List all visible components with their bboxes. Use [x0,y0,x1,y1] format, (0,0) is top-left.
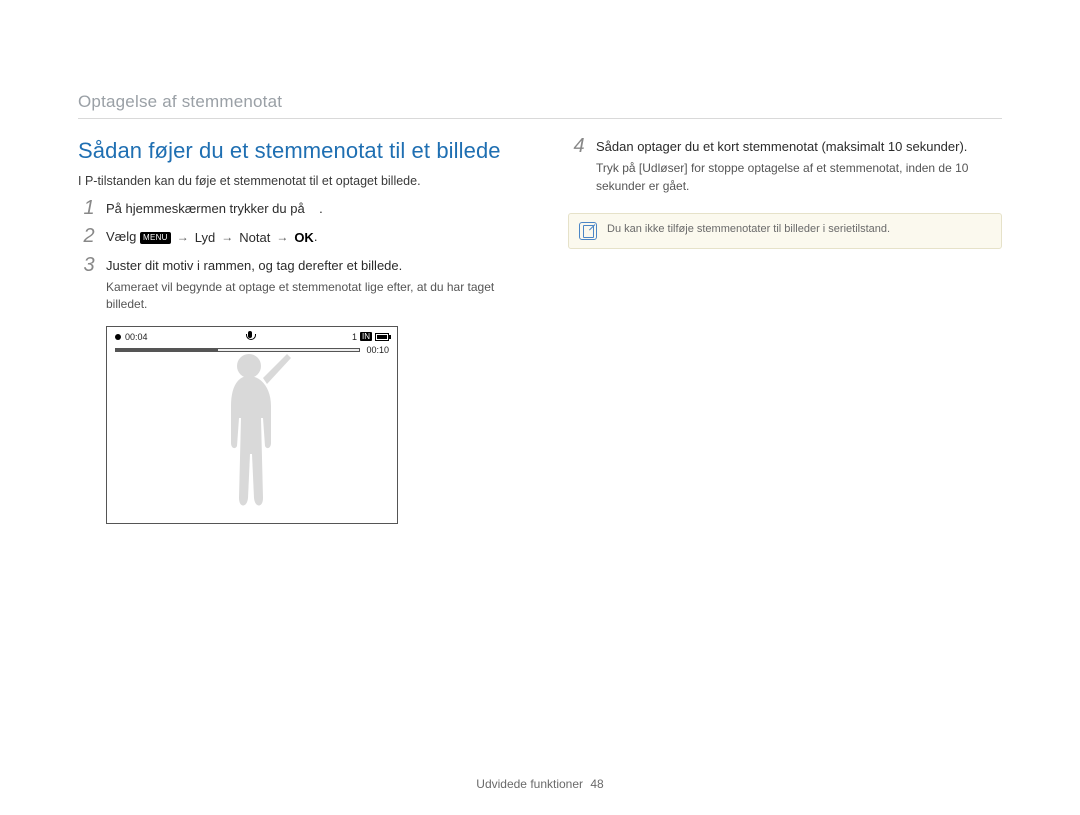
content-columns: Sådan føjer du et stemmenotat til et bil… [78,138,1002,524]
footer-section: Udvidede funktioner [476,777,583,791]
step-2-opt-lyd: Lyd [195,229,215,247]
footer-page-number: 48 [590,777,603,791]
progress-bar-fill [116,349,218,351]
arrow-icon: → [221,229,233,246]
note-icon [579,222,597,240]
ok-icon: OK [294,229,314,247]
step-2: Vælg MENU → Lyd → Notat → OK . [78,228,512,247]
step-2-text: Vælg MENU → Lyd → Notat → OK . [106,228,512,247]
note-text: Du kan ikke tilføje stemmenotater til bi… [607,222,890,237]
note-box: Du kan ikke tilføje stemmenotater til bi… [568,213,1002,249]
step-2-prefix: Vælg [106,229,136,244]
step-1-text: På hjemmeskærmen trykker du på . [106,200,512,218]
step-4-subtext: Tryk på [Udløser] for stoppe optagelse a… [596,160,1002,195]
right-column: 4 Sådan optager du et kort stemmenotat (… [568,138,1002,524]
menu-icon: MENU [140,232,171,244]
step-4-number: 4 [568,135,590,158]
step-3: Juster dit motiv i rammen, og tag dereft… [78,257,512,314]
camera-topbar: 00:04 1 IN [115,331,389,343]
battery-icon [375,333,389,341]
camera-screen-illustration: 00:04 1 IN 00:10 [106,326,398,524]
step-3-text: Juster dit motiv i rammen, og tag dereft… [106,257,512,275]
left-column: Sådan føjer du et stemmenotat til et bil… [78,138,512,524]
step-4-text: Sådan optager du et kort stemmenotat (ma… [596,138,1002,156]
step-2-opt-notat: Notat [239,229,270,247]
step-4-sub-prefix: Tryk på [596,161,639,175]
memory-in-icon: IN [360,332,372,341]
camera-status-group: 1 IN [352,332,389,342]
divider [78,118,1002,119]
breadcrumb: Optagelse af stemmenotat [78,92,282,112]
step-4: 4 Sådan optager du et kort stemmenotat (… [568,138,1002,195]
step-3-subtext: Kameraet vil begynde at optage et stemme… [106,279,512,314]
home-icon-placeholder: . [308,201,322,216]
intro-text: I P-tilstanden kan du føje et stemmenota… [78,174,512,188]
record-dot-icon [115,334,121,340]
step-1: På hjemmeskærmen trykker du på . [78,200,512,218]
total-time: 00:10 [366,345,389,355]
section-title: Sådan føjer du et stemmenotat til et bil… [78,138,512,164]
subject-silhouette [207,348,297,523]
shot-count: 1 [352,332,357,342]
shutter-key-label: Udløser [642,161,684,175]
step-1-label: På hjemmeskærmen trykker du på [106,201,305,216]
manual-page: Optagelse af stemmenotat Sådan føjer du … [0,0,1080,815]
elapsed-time: 00:04 [125,332,148,342]
step-2-period: . [314,229,318,244]
steps-list: På hjemmeskærmen trykker du på . Vælg ME… [78,200,512,314]
page-footer: Udvidede funktioner 48 [0,777,1080,791]
arrow-icon: → [276,229,288,246]
microphone-icon [245,331,255,343]
arrow-icon: → [177,229,189,246]
